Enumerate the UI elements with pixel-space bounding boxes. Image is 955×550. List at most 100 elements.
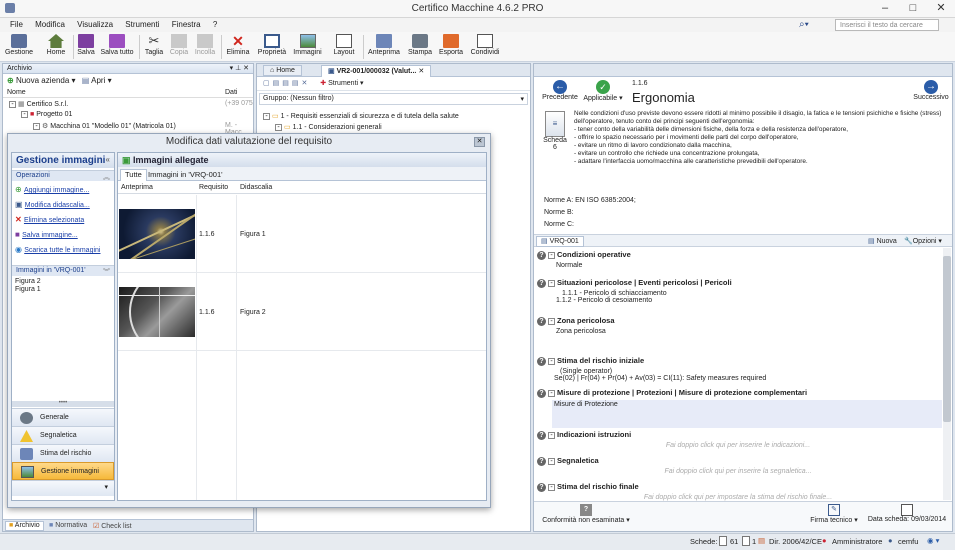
- tab-vrq[interactable]: ▤ VRQ-001: [536, 236, 584, 247]
- group-filter-select[interactable]: Gruppo: (Nessun filtro) ▾: [259, 93, 528, 105]
- tab-archivio[interactable]: ■ Archivio: [5, 521, 44, 531]
- paste-button[interactable]: Incolla: [193, 33, 217, 61]
- splitter-handle[interactable]: ••••: [12, 400, 114, 407]
- section-segnaletica[interactable]: ? - Segnaletica Fai doppio click qui per in…: [534, 456, 942, 475]
- share-button[interactable]: Condividi: [467, 33, 503, 61]
- collapse-icon[interactable]: -: [548, 252, 555, 259]
- section-zona[interactable]: ? - Zona pericolosa Zona pericolosa: [534, 316, 942, 335]
- layout-button[interactable]: Layout: [328, 33, 360, 61]
- tree-item-company[interactable]: - ▦ Certifico S.r.l.: [7, 100, 68, 108]
- collapse-icon[interactable]: -: [548, 318, 555, 325]
- delete-image-action[interactable]: ✕ Elimina selezionata: [15, 213, 111, 228]
- user-status[interactable]: Amministratore: [832, 537, 882, 546]
- table-row[interactable]: 1.1.6 Figura 1: [118, 195, 486, 273]
- cut-button[interactable]: ✂ Taglia: [142, 33, 166, 61]
- home-button[interactable]: Home: [41, 33, 71, 61]
- date-button[interactable]: Data scheda: 09/03/2014: [864, 504, 950, 523]
- section-situazioni[interactable]: ? - Situazioni pericolose | Eventi pericol…: [534, 278, 942, 304]
- tree-item-general[interactable]: - ▭ 1.1 - Considerazioni generali: [273, 123, 382, 131]
- vrq-scrollbar[interactable]: [943, 248, 951, 500]
- nav-gestione-immagini[interactable]: Gestione immagini: [12, 462, 114, 480]
- nav-segnaletica[interactable]: Segnaletica: [12, 426, 114, 444]
- print-button[interactable]: Stampa: [405, 33, 435, 61]
- menu-visualizza[interactable]: Visualizza: [77, 20, 113, 29]
- image-thumbnail[interactable]: [119, 287, 195, 337]
- nav-generale[interactable]: Generale: [12, 408, 114, 426]
- collapse-icon[interactable]: -: [548, 458, 555, 465]
- applicable-button[interactable]: ✓ Applicabile ▾: [582, 80, 624, 102]
- tab-home[interactable]: ⌂ Home: [263, 65, 302, 76]
- close-tab-icon[interactable]: ✕: [418, 68, 424, 75]
- preview-button[interactable]: Anteprima: [366, 33, 402, 61]
- close-icon[interactable]: ✕: [927, 0, 955, 17]
- dialog-close-icon[interactable]: ✕: [474, 137, 485, 147]
- section-stima-finale[interactable]: ? - Stima del rischio finale Fai doppio cli…: [534, 482, 942, 501]
- collapse-icon[interactable]: -: [548, 280, 555, 287]
- maximize-icon[interactable]: □: [899, 0, 927, 17]
- section-misure[interactable]: ? - Misure di protezione | Protezioni | Mi…: [534, 388, 942, 428]
- menu-help[interactable]: ?: [213, 20, 217, 29]
- pin-icon[interactable]: ▾ ⊥ ✕: [230, 65, 249, 73]
- tab-checklist[interactable]: ☑ Check list: [93, 522, 132, 530]
- image-thumbnail[interactable]: [119, 209, 195, 259]
- list-item[interactable]: Figura 2: [15, 278, 111, 286]
- tools-menu[interactable]: Strumenti: [328, 80, 358, 87]
- open-button[interactable]: Apri: [91, 76, 105, 85]
- delete-button[interactable]: ✕ Elimina: [224, 33, 252, 61]
- nav-stima-rischio[interactable]: Stima del rischio: [12, 444, 114, 462]
- new-company-button[interactable]: Nuova azienda: [16, 76, 69, 85]
- tab-tutte[interactable]: Tutte: [120, 169, 147, 181]
- images-button[interactable]: Immagini: [291, 33, 324, 61]
- scroll-thumb[interactable]: [943, 256, 951, 422]
- add-image-action[interactable]: ⊕ Aggiungi immagine...: [15, 183, 111, 198]
- col-caption[interactable]: Didascalia: [240, 184, 272, 191]
- tab-normativa[interactable]: ■ Normativa: [49, 522, 87, 529]
- tree-item-project[interactable]: - ■ Progetto 01: [19, 111, 72, 118]
- collapse-icon[interactable]: -: [548, 358, 555, 365]
- new-button[interactable]: ▤ Nuova: [868, 237, 897, 245]
- save-button[interactable]: Salva: [75, 33, 97, 61]
- copy-button[interactable]: Copia: [168, 33, 190, 61]
- previous-button[interactable]: ← Precedente: [540, 80, 580, 101]
- list-item[interactable]: Figura 1: [15, 286, 111, 294]
- globe-icon[interactable]: ◉ ▾: [927, 536, 939, 545]
- tab-immagini-vrq[interactable]: Immagini in 'VRQ-001': [144, 170, 227, 179]
- company-status[interactable]: cemfu: [898, 537, 918, 546]
- chevron-down-icon[interactable]: ︾: [103, 267, 110, 277]
- section-condizioni[interactable]: ? - Condizioni operative Normale: [534, 250, 942, 269]
- gestione-button[interactable]: Gestione: [2, 33, 36, 61]
- menu-strumenti[interactable]: Strumenti: [125, 20, 159, 29]
- save-all-button[interactable]: Salva tutto: [98, 33, 136, 61]
- search-input[interactable]: Inserisci il testo da cercare: [835, 19, 939, 31]
- download-images-action[interactable]: ◉ Scarica tutte le immagini: [15, 243, 111, 258]
- section-stima-iniziale[interactable]: ? - Stima del rischio iniziale (Single oper…: [534, 356, 942, 382]
- collapse-icon[interactable]: -: [548, 484, 555, 491]
- tab-document[interactable]: ▣ VR2-001/000032 (Valut... ✕: [321, 65, 432, 77]
- table-row[interactable]: 1.1.6 Figura 2: [118, 273, 486, 351]
- collapse-icon[interactable]: -: [548, 432, 555, 439]
- nav-overflow-icon[interactable]: ▾: [12, 480, 114, 496]
- doc-tool-icons[interactable]: ▢▤▤▤✕: [263, 80, 310, 87]
- directive-status[interactable]: Dir. 2006/42/CE: [769, 537, 822, 546]
- collapse-icon[interactable]: -: [548, 390, 555, 397]
- options-button[interactable]: 🔧Opzioni ▾: [904, 237, 942, 245]
- collapse-sidebar-icon[interactable]: «: [106, 155, 110, 164]
- export-button[interactable]: Esporta: [437, 33, 465, 61]
- col-requirement[interactable]: Requisito: [199, 184, 228, 191]
- menu-modifica[interactable]: Modifica: [35, 20, 65, 29]
- add-icon[interactable]: ⊕: [7, 76, 14, 85]
- edit-caption-action[interactable]: ▣ Modifica didascalia...: [15, 198, 111, 213]
- tree-item-requirements[interactable]: - ▭ 1 - Requisiti essenziali di sicurezza…: [261, 112, 459, 120]
- minimize-icon[interactable]: –: [871, 0, 899, 17]
- properties-button[interactable]: Proprietà: [256, 33, 288, 61]
- chevron-up-icon[interactable]: ︽: [103, 172, 110, 182]
- save-image-action[interactable]: ■ Salva immagine...: [15, 228, 111, 243]
- signature-button[interactable]: ✎ Firma tecnico ▾: [806, 504, 862, 524]
- next-button[interactable]: → Successivo: [912, 80, 950, 101]
- section-istruzioni[interactable]: ? - Indicazioni istruzioni Fai doppio click…: [534, 430, 942, 449]
- conformity-button[interactable]: ? Conformità non esaminata ▾: [540, 504, 632, 524]
- tree-item-machine[interactable]: - ⚙ Macchina 01 "Modello 01" (Matricola 0…: [31, 122, 176, 130]
- menu-finestra[interactable]: Finestra: [172, 20, 201, 29]
- col-preview[interactable]: Anteprima: [121, 184, 153, 191]
- menu-file[interactable]: File: [10, 20, 23, 29]
